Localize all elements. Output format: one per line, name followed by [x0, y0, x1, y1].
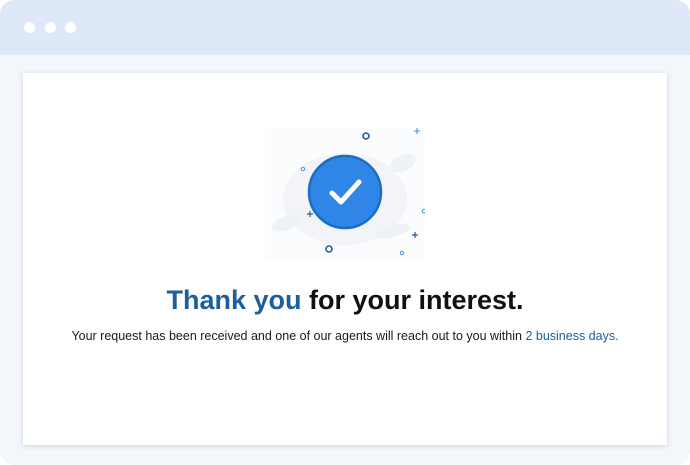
message-text: Your request has been received and one o…	[71, 329, 526, 343]
confirmation-headline: Thank you for your interest.	[23, 285, 667, 316]
check-circle-icon	[265, 127, 425, 262]
window-titlebar	[0, 0, 690, 55]
browser-window: Thank you for your interest. Your reques…	[0, 0, 690, 465]
window-control-dot[interactable]	[45, 22, 56, 33]
headline-accent: Thank you	[166, 285, 302, 315]
headline-rest: for your interest.	[301, 285, 524, 315]
window-control-dot[interactable]	[65, 22, 76, 33]
confirmation-message: Your request has been received and one o…	[23, 329, 667, 343]
message-highlight: 2 business days.	[525, 329, 619, 343]
confirmation-card: Thank you for your interest. Your reques…	[23, 73, 667, 445]
window-control-dot[interactable]	[24, 22, 35, 33]
